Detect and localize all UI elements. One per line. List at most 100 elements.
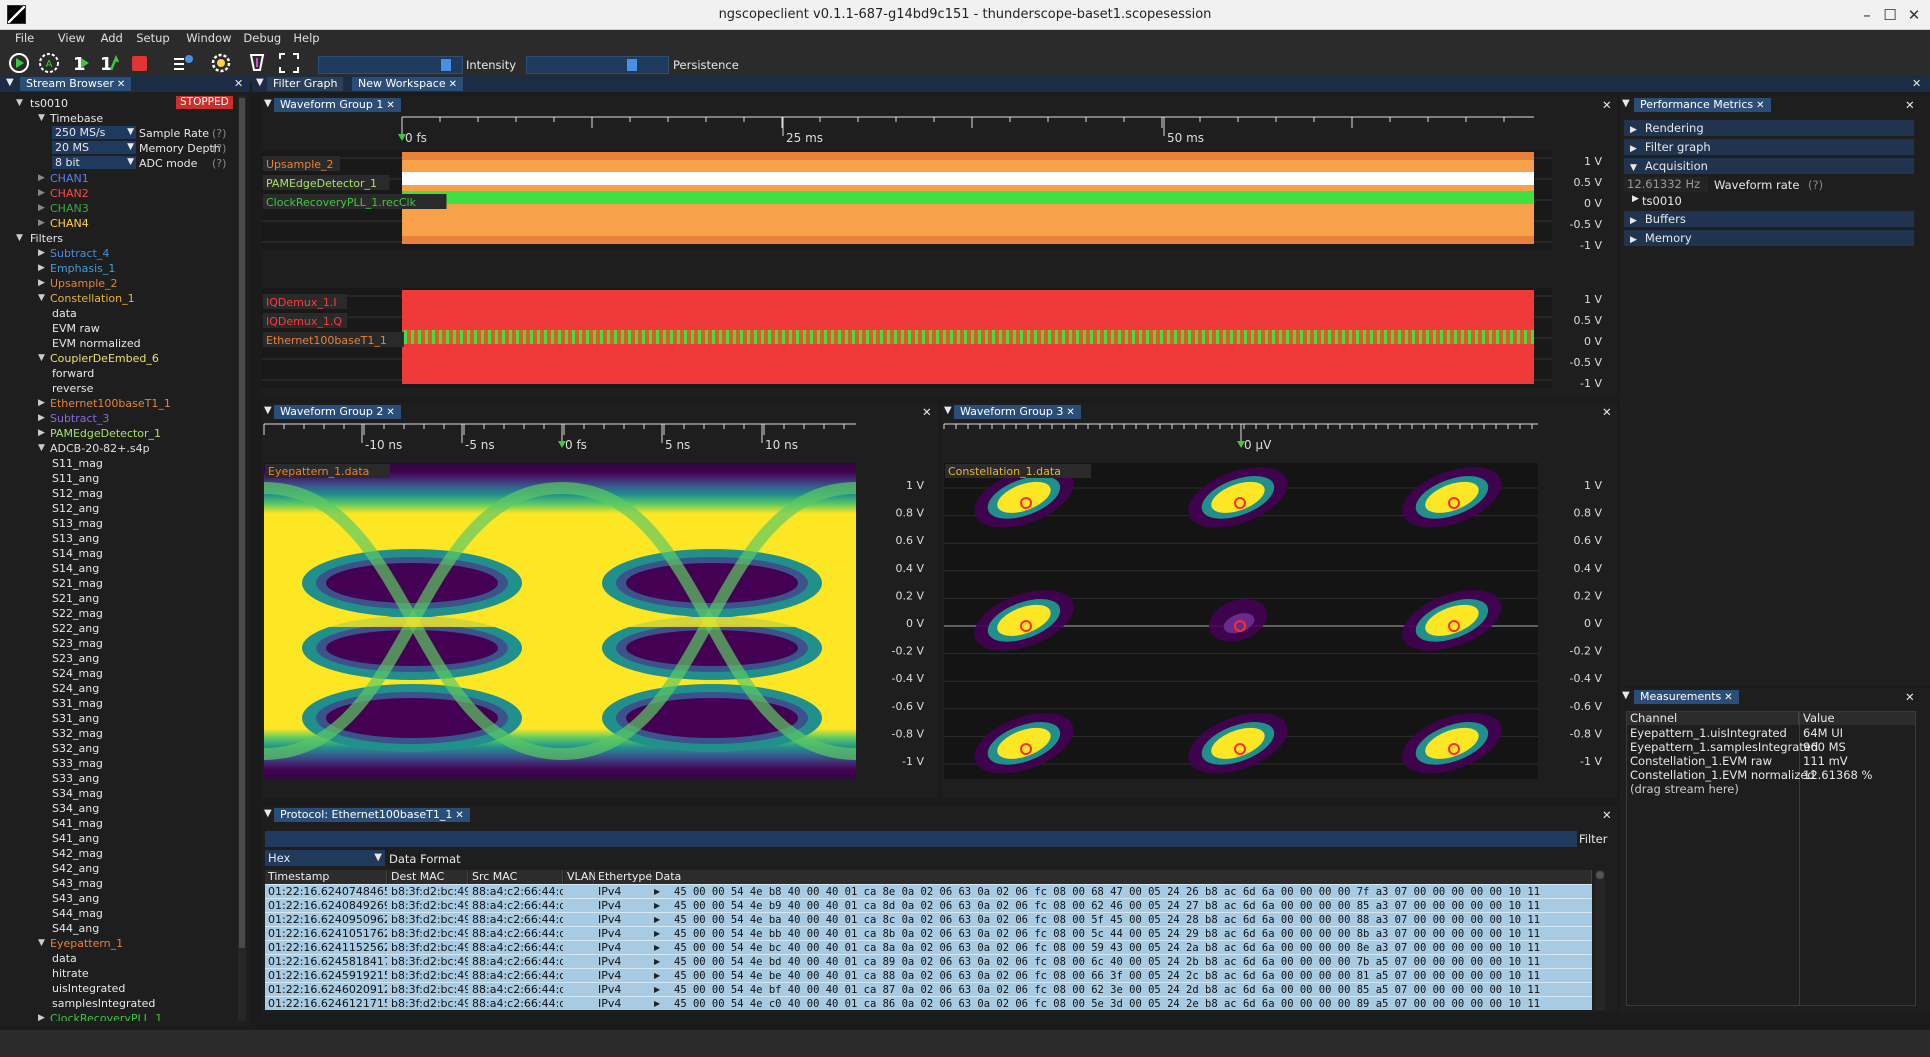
trace-label[interactable]: IQDemux_1.I — [266, 296, 337, 309]
table-row[interactable]: 01:22:16.6241051762 b8:3f:d2:bc:49:da 88:a… — [265, 926, 1592, 940]
collapsed-arrow-icon[interactable]: ▶ — [38, 411, 45, 426]
tree-stream[interactable]: S11_mag — [52, 456, 103, 471]
tree-channel[interactable]: CHAN2 — [50, 186, 89, 201]
single-trigger-icon[interactable]: 1 — [66, 50, 92, 76]
tree-filter[interactable]: Upsample_2 — [50, 276, 118, 291]
collapsed-arrow-icon[interactable]: ▶ — [38, 396, 45, 411]
tree-stream[interactable]: data — [52, 306, 77, 321]
constellation-plot[interactable]: 0 µV Constellation_1.data 1 V 0.8 V 0.6 V 0.4… — [942, 421, 1617, 798]
tree-stream[interactable]: S41_ang — [52, 831, 99, 846]
tree-stream[interactable]: S23_ang — [52, 651, 99, 666]
tree-stream[interactable]: S21_mag — [52, 576, 103, 591]
data-format-select[interactable]: Hex ▼ — [265, 850, 385, 866]
close-icon[interactable]: ✕ — [1756, 100, 1764, 111]
tree-stream[interactable]: S12_ang — [52, 501, 99, 516]
tree-stream[interactable]: S43_ang — [52, 891, 99, 906]
close-icon[interactable]: ✕ — [449, 79, 457, 90]
tree-stream[interactable]: reverse — [52, 381, 93, 396]
tree-stream[interactable]: S42_ang — [52, 861, 99, 876]
collapsed-arrow-icon[interactable]: ▶ — [38, 216, 45, 231]
tree-timebase[interactable]: Timebase — [50, 111, 103, 126]
expand-arrow-icon[interactable]: ▶ — [654, 969, 660, 983]
expanded-arrow-icon[interactable]: ▼ — [38, 441, 45, 456]
tree-filters[interactable]: Filters — [30, 231, 63, 246]
collapsed-arrow-icon[interactable]: ▶ — [38, 201, 45, 216]
tree-filter[interactable]: Ethernet100baseT1_1 — [50, 396, 171, 411]
tree-stream[interactable]: S14_ang — [52, 561, 99, 576]
panel-menu-icon[interactable]: ▼ — [264, 405, 272, 416]
panel-menu-icon[interactable]: ▼ — [1622, 98, 1630, 109]
help-icon[interactable]: (?) — [212, 156, 226, 171]
intensity-slider[interactable] — [318, 56, 463, 74]
perf-section-rendering[interactable]: ▶ Rendering — [1624, 120, 1914, 136]
trace-label[interactable]: Upsample_2 — [266, 158, 334, 171]
help-icon[interactable]: (?) — [1808, 178, 1823, 192]
tree-stream[interactable]: S43_mag — [52, 876, 103, 891]
tree-stream[interactable]: S14_mag — [52, 546, 103, 561]
scroll-thumb[interactable] — [1596, 871, 1604, 879]
tab-filter-graph[interactable]: Filter Graph — [267, 77, 344, 91]
clear-sweeps-icon[interactable] — [244, 50, 270, 76]
start-trigger-icon[interactable] — [6, 50, 32, 76]
collapsed-arrow-icon[interactable]: ▶ — [38, 246, 45, 261]
table-row[interactable]: 01:22:16.6245818417 b8:3f:d2:bc:49:da 88:a… — [265, 954, 1592, 968]
tree-stream[interactable]: S32_mag — [52, 726, 103, 741]
tab-performance-metrics[interactable]: Performance Metrics ✕ — [1634, 98, 1771, 112]
tree-stream[interactable]: S12_mag — [52, 486, 103, 501]
close-icon[interactable]: ✕ — [386, 407, 394, 418]
tree-stream[interactable]: S34_ang — [52, 801, 99, 816]
expanded-arrow-icon[interactable]: ▼ — [38, 351, 45, 366]
menu-setup[interactable]: Setup — [131, 31, 174, 45]
expand-arrow-icon[interactable]: ▶ — [654, 983, 660, 997]
help-icon[interactable]: (?) — [212, 141, 226, 156]
table-row[interactable]: 01:22:16.6245919215 b8:3f:d2:bc:49:da 88:a… — [265, 968, 1592, 982]
collapsed-arrow-icon[interactable]: ▶ — [38, 1011, 45, 1021]
close-icon[interactable]: ✕ — [117, 79, 125, 90]
close-group-icon[interactable]: ✕ — [1602, 98, 1612, 112]
tree-filter[interactable]: Eyepattern_1 — [50, 936, 123, 951]
tab-waveform-group-1[interactable]: Waveform Group 1 ✕ — [274, 98, 401, 112]
expand-arrow-icon[interactable]: ▶ — [654, 955, 660, 969]
expanded-arrow-icon[interactable]: ▼ — [16, 96, 23, 111]
tab-measurements[interactable]: Measurements ✕ — [1634, 690, 1739, 704]
column-header[interactable]: Data — [652, 870, 1592, 884]
table-row[interactable]: 01:22:16.6240748465 b8:3f:d2:bc:49:da 88:a… — [265, 884, 1592, 898]
menu-add[interactable]: Add — [96, 31, 128, 45]
close-panel-icon[interactable]: ✕ — [1905, 690, 1915, 704]
persistence-slider[interactable] — [526, 56, 669, 74]
tree-stream[interactable]: S21_ang — [52, 591, 99, 606]
panel-menu-icon[interactable]: ▼ — [6, 77, 14, 88]
tree-stream[interactable]: S32_ang — [52, 741, 99, 756]
tree-filter[interactable]: PAMEdgeDetector_1 — [50, 426, 161, 441]
tab-protocol[interactable]: Protocol: Ethernet100baseT1_1 ✕ — [274, 808, 470, 822]
stop-trigger-icon[interactable] — [126, 50, 152, 76]
tree-stream[interactable]: S22_mag — [52, 606, 103, 621]
tree-stream[interactable]: S33_ang — [52, 771, 99, 786]
trace-label[interactable]: PAMEdgeDetector_1 — [266, 177, 377, 190]
tree-stream[interactable]: data — [52, 951, 77, 966]
tree-scrollbar[interactable] — [238, 96, 246, 1021]
panel-menu-icon[interactable]: ▼ — [264, 808, 272, 819]
tree-stream[interactable]: uisIntegrated — [52, 981, 125, 996]
history-icon[interactable] — [170, 50, 196, 76]
tree-stream[interactable]: hitrate — [52, 966, 89, 981]
tab-waveform-group-2[interactable]: Waveform Group 2 ✕ — [274, 405, 401, 419]
table-row[interactable]: 01:22:16.6240849269 b8:3f:d2:bc:49:da 88:a… — [265, 898, 1592, 912]
tree-filter[interactable]: ClockRecoveryPLL_1 — [50, 1011, 162, 1021]
column-header[interactable]: Timestamp — [265, 870, 387, 884]
tree-filter[interactable]: Subtract_4 — [50, 246, 109, 261]
panel-menu-icon[interactable]: ▼ — [264, 98, 272, 109]
menu-debug[interactable]: Debug — [238, 31, 286, 45]
menu-file[interactable]: File — [10, 31, 39, 45]
column-header[interactable]: Channel — [1627, 712, 1799, 725]
filter-input[interactable] — [265, 831, 1577, 847]
close-group-icon[interactable]: ✕ — [922, 405, 932, 419]
close-icon[interactable]: ✕ — [455, 810, 463, 821]
collapsed-arrow-icon[interactable]: ▶ — [38, 426, 45, 441]
perf-instrument[interactable]: ts0010 — [1642, 194, 1682, 208]
tree-channel[interactable]: CHAN4 — [50, 216, 89, 231]
perf-section-buffers[interactable]: ▶ Buffers — [1624, 211, 1914, 227]
tree-stream[interactable]: S44_ang — [52, 921, 99, 936]
help-icon[interactable]: (?) — [212, 126, 226, 141]
expand-arrow-icon[interactable]: ▶ — [654, 927, 660, 941]
